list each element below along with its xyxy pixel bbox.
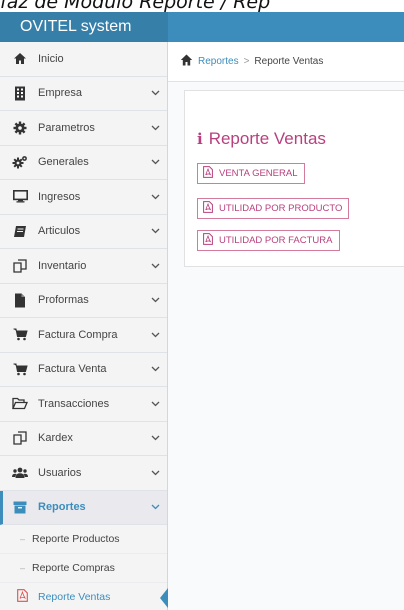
sidebar-item-label: Usuarios <box>38 466 82 479</box>
book-icon <box>12 223 28 239</box>
sidebar-subitem-label: Reporte Compras <box>32 562 115 574</box>
utilidad-por-producto-button[interactable]: UTILIDAD POR PRODUCTO <box>197 198 350 219</box>
sidebar-item-label: Generales <box>38 156 89 169</box>
chevron-down-icon <box>143 90 167 96</box>
file-pdf-icon <box>203 233 213 248</box>
sidebar-item-transacciones[interactable]: Transacciones <box>0 387 167 422</box>
sidebar-item-label: Ingresos <box>38 190 81 203</box>
file-pdf-icon <box>203 201 213 216</box>
home-icon <box>12 51 28 67</box>
sidebar-item-inventario[interactable]: Inventario <box>0 249 167 284</box>
sidebar: Inicio Empresa Parametros Generales Ingr… <box>0 42 168 610</box>
sidebar-item-label: Articulos <box>38 225 81 238</box>
monitor-icon <box>12 189 28 205</box>
copy-icon <box>12 430 28 446</box>
sidebar-item-label: Reportes <box>38 501 86 514</box>
sidebar-item-proformas[interactable]: Proformas <box>0 284 167 318</box>
sidebar-item-factura-compra[interactable]: Factura Compra <box>0 318 167 353</box>
panel-title-text: Reporte Ventas <box>208 129 326 148</box>
chevron-down-icon <box>143 435 167 441</box>
chevron-down-icon <box>143 263 167 269</box>
sidebar-item-label: Factura Compra <box>38 328 118 341</box>
utilidad-por-factura-button[interactable]: UTILIDAD POR FACTURA <box>197 230 340 251</box>
sidebar-item-reportes[interactable]: Reportes <box>0 490 167 525</box>
button-label: UTILIDAD POR FACTURA <box>219 235 333 246</box>
venta-general-button[interactable]: VENTA GENERAL <box>197 163 305 184</box>
sidebar-subitem-label: Reporte Productos <box>32 533 120 545</box>
chevron-down-icon <box>143 470 167 476</box>
sidebar-item-empresa[interactable]: Empresa <box>0 77 167 111</box>
breadcrumb-link-reportes[interactable]: Reportes <box>198 56 239 67</box>
chevron-down-icon <box>143 297 167 303</box>
chevron-down-icon <box>143 159 167 165</box>
tree-branch-icon: ‒ <box>20 563 26 573</box>
panel-title: i Reporte Ventas <box>197 129 326 149</box>
home-icon <box>180 54 193 69</box>
breadcrumb-separator: > <box>243 56 250 67</box>
sidebar-item-label: Inventario <box>38 259 87 272</box>
gear-icon <box>12 120 28 136</box>
sidebar-item-label: Factura Venta <box>38 363 107 376</box>
building-icon <box>12 85 28 101</box>
sidebar-item-label: Inicio <box>38 52 64 65</box>
archive-icon <box>12 499 28 515</box>
folder-open-icon <box>12 396 28 412</box>
app-title[interactable]: OVITEL system <box>0 12 168 42</box>
sidebar-item-label: Proformas <box>38 294 89 307</box>
gears-icon <box>12 154 28 170</box>
chevron-down-icon <box>143 401 167 407</box>
active-pointer <box>160 588 168 608</box>
sidebar-item-generales[interactable]: Generales <box>0 146 167 180</box>
sidebar-item-factura-venta[interactable]: Factura Venta <box>0 353 167 387</box>
sidebar-item-parametros[interactable]: Parametros <box>0 111 167 146</box>
file-pdf-icon <box>203 166 213 181</box>
copy-icon <box>12 258 28 274</box>
tree-branch-icon: ‒ <box>20 534 26 544</box>
button-label: UTILIDAD POR PRODUCTO <box>219 203 343 214</box>
sidebar-item-label: Parametros <box>38 121 95 134</box>
file-icon <box>12 292 28 308</box>
sidebar-item-label: Transacciones <box>38 397 110 410</box>
top-header: OVITEL system <box>0 12 404 42</box>
sidebar-subitem-reporte-compras[interactable]: ‒ Reporte Compras <box>0 554 167 583</box>
breadcrumb-current: Reporte Ventas <box>254 56 324 67</box>
sidebar-item-label: Kardex <box>38 432 73 445</box>
report-panel: i Reporte Ventas VENTA GENERAL UTILIDAD … <box>184 90 404 267</box>
sidebar-subitem-reporte-ventas[interactable]: Reporte Ventas <box>0 583 168 610</box>
file-pdf-icon <box>17 589 28 605</box>
cart-icon <box>12 361 28 377</box>
sidebar-subitem-reporte-productos[interactable]: ‒ Reporte Productos <box>0 525 167 554</box>
chevron-down-icon <box>143 504 167 510</box>
sidebar-item-label: Empresa <box>38 87 83 100</box>
cart-icon <box>12 327 28 343</box>
sidebar-item-kardex[interactable]: Kardex <box>0 422 167 456</box>
sidebar-item-ingresos[interactable]: Ingresos <box>0 180 167 215</box>
sidebar-item-inicio[interactable]: Inicio <box>0 42 167 77</box>
chevron-down-icon <box>143 194 167 200</box>
chevron-down-icon <box>143 125 167 131</box>
button-label: VENTA GENERAL <box>219 168 298 179</box>
info-icon: i <box>197 130 203 148</box>
main-content: i Reporte Ventas VENTA GENERAL UTILIDAD … <box>168 82 404 610</box>
chevron-down-icon <box>143 366 167 372</box>
chevron-down-icon <box>143 332 167 338</box>
sidebar-item-usuarios[interactable]: Usuarios <box>0 456 167 491</box>
users-icon <box>12 465 28 481</box>
sidebar-item-articulos[interactable]: Articulos <box>0 215 167 249</box>
breadcrumb: Reportes > Reporte Ventas <box>168 42 404 82</box>
sidebar-subitem-label: Reporte Ventas <box>38 591 111 603</box>
chevron-down-icon <box>143 228 167 234</box>
